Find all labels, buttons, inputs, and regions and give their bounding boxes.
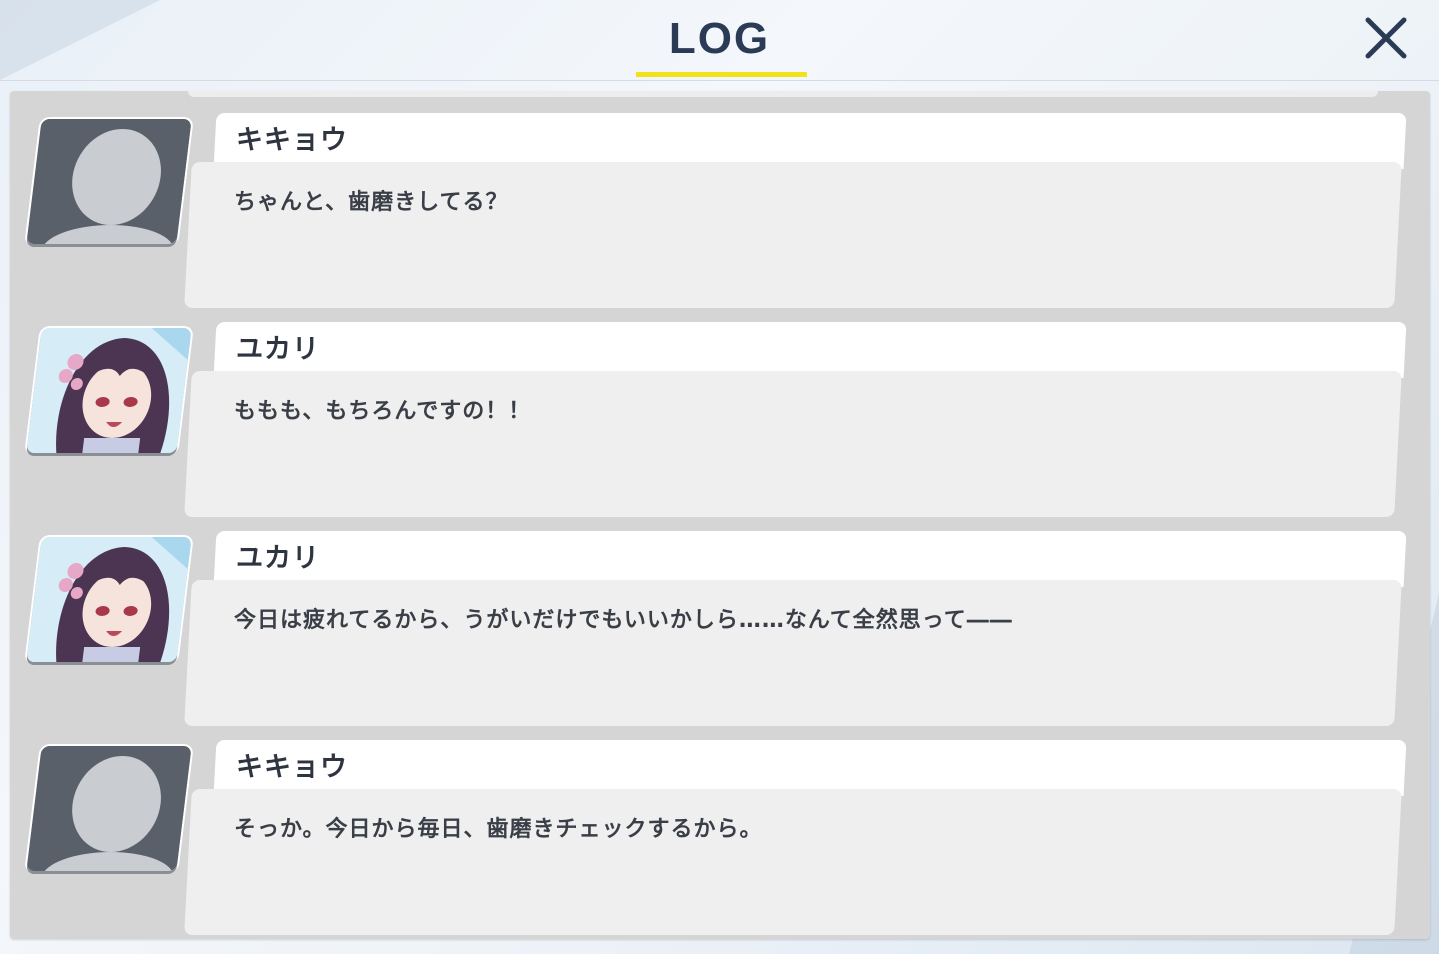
silhouette-avatar-icon <box>26 119 192 244</box>
close-button[interactable] <box>1360 12 1412 64</box>
page-title: LOG <box>668 14 771 63</box>
speaker-name: キキョウ <box>236 125 348 156</box>
message-tail <box>190 391 204 419</box>
speaker-name: ユカリ <box>236 543 320 574</box>
log-entry: キキョウ ちゃんと、歯磨きしてる？ <box>10 112 1430 308</box>
speaker-name-bar <box>213 531 1407 587</box>
message-tail <box>190 600 204 628</box>
message-tail <box>190 182 204 210</box>
speaker-name: ユカリ <box>236 334 320 365</box>
silhouette-avatar-icon <box>26 746 192 871</box>
character-portrait-icon <box>26 328 192 453</box>
speaker-avatar <box>26 328 192 453</box>
log-scroll-panel[interactable]: キキョウ ちゃんと、歯磨きしてる？ ユカリ ももも、もちろんですの！！ ユカリ … <box>10 91 1430 939</box>
speaker-avatar <box>26 537 192 662</box>
close-icon <box>1365 17 1407 59</box>
message-text: 今日は疲れてるから、うがいだけでもいいかしら……なんて全然思って―― <box>234 608 1013 633</box>
log-entry: キキョウ そっか。今日から毎日、歯磨きチェックするから。 <box>10 739 1430 935</box>
character-portrait-icon <box>26 537 192 662</box>
message-text: そっか。今日から毎日、歯磨きチェックするから。 <box>234 817 763 842</box>
speaker-name-bar <box>213 113 1407 169</box>
message-text: ももも、もちろんですの！！ <box>234 399 532 424</box>
speaker-avatar <box>26 119 192 244</box>
message-tail <box>190 809 204 837</box>
title-underline <box>636 72 807 77</box>
speaker-avatar <box>26 746 192 871</box>
speaker-name-bar <box>213 740 1407 796</box>
message-text: ちゃんと、歯磨きしてる？ <box>234 190 509 215</box>
previous-entry-edge <box>188 91 1378 97</box>
log-entry: ユカリ 今日は疲れてるから、うがいだけでもいいかしら……なんて全然思って―― <box>10 530 1430 726</box>
speaker-name-bar <box>213 322 1407 378</box>
log-entry: ユカリ ももも、もちろんですの！！ <box>10 321 1430 517</box>
log-header: LOG <box>0 0 1439 81</box>
speaker-name: キキョウ <box>236 752 348 783</box>
